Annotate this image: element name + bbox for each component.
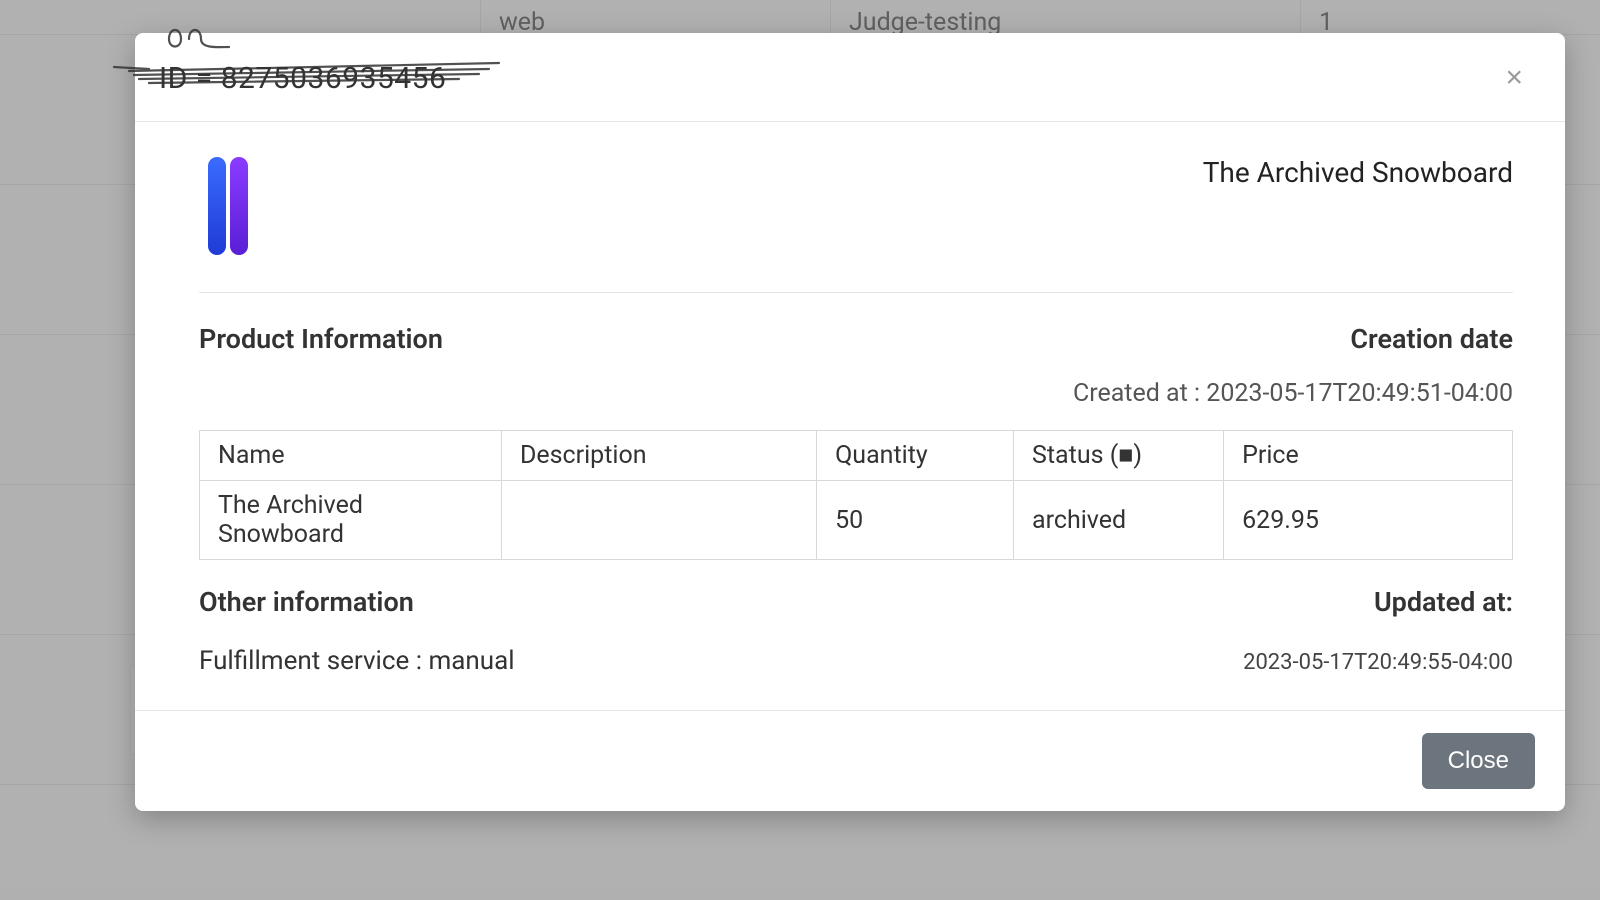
modal-body: The Archived Snowboard Product Informati… — [135, 122, 1565, 710]
close-button[interactable]: Close — [1422, 733, 1535, 789]
product-header-row: The Archived Snowboard — [199, 156, 1513, 293]
fulfillment-label: Fulfillment service : — [199, 646, 428, 676]
info-headings: Product Information Creation date — [199, 323, 1513, 355]
product-image-icon — [199, 156, 257, 256]
created-at-value: 2023-05-17T20:49:51-04:00 — [1206, 379, 1513, 408]
section-creation-date: Creation date — [1350, 323, 1513, 355]
other-headings: Other information Updated at: — [199, 586, 1513, 618]
col-price: Price — [1224, 431, 1513, 481]
section-updated-at: Updated at: — [1374, 586, 1513, 618]
cell-name: The Archived Snowboard — [200, 481, 502, 560]
cell-description — [501, 481, 816, 560]
modal-title: ID = 8275036935456 — [159, 61, 446, 96]
fulfillment-service: Fulfillment service : manual — [199, 646, 515, 676]
modal-header: ID = 8275036935456 × — [135, 33, 1565, 122]
cell-quantity: 50 — [817, 481, 1014, 560]
created-at-line: Created at : 2023-05-17T20:49:51-04:00 — [199, 379, 1513, 408]
product-detail-modal: ID = 8275036935456 × The Archived Snowbo… — [135, 33, 1565, 811]
product-name: The Archived Snowboard — [1203, 156, 1513, 189]
col-name: Name — [200, 431, 502, 481]
section-other-info: Other information — [199, 586, 414, 618]
section-product-info: Product Information — [199, 323, 443, 355]
col-quantity: Quantity — [817, 431, 1014, 481]
created-at-prefix: Created at : — [1073, 379, 1206, 408]
cell-price: 629.95 — [1224, 481, 1513, 560]
updated-at-value: 2023-05-17T20:49:55-04:00 — [1243, 650, 1513, 675]
fulfillment-value: manual — [428, 646, 514, 676]
table-row: The Archived Snowboard 50 archived 629.9… — [200, 481, 1513, 560]
product-id-label: ID = 8275036935456 — [159, 61, 446, 96]
other-info-row: Fulfillment service : manual 2023-05-17T… — [199, 646, 1513, 676]
modal-footer: Close — [135, 710, 1565, 811]
col-description: Description — [501, 431, 816, 481]
cell-status: archived — [1014, 481, 1224, 560]
close-icon[interactable]: × — [1497, 57, 1531, 99]
col-status: Status (■) — [1014, 431, 1224, 481]
product-info-table: Name Description Quantity Status (■) Pri… — [199, 430, 1513, 560]
